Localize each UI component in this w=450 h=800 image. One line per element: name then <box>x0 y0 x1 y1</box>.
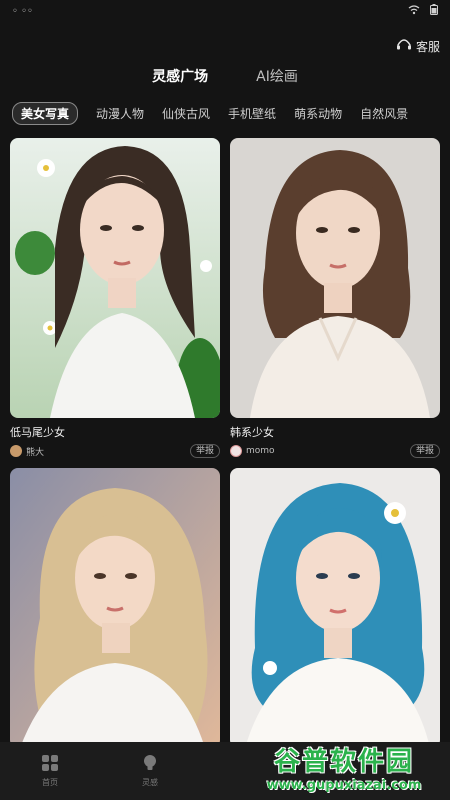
site-watermark: 谷普软件园 www.gupuxiazai.com <box>244 738 444 796</box>
grid-icon <box>41 754 59 774</box>
category-chip-beauty[interactable]: 美女写真 <box>12 101 79 125</box>
image-card[interactable]: 韩系少女 momo 举报 <box>230 138 440 458</box>
card-title: 韩系少女 <box>230 426 274 439</box>
wifi-icon <box>408 4 420 18</box>
nav-item-inspiration[interactable]: 灵感 <box>100 754 200 788</box>
category-chip-wallpaper[interactable]: 手机壁纸 <box>228 105 276 122</box>
battery-icon <box>430 4 438 18</box>
customer-service-label: 客服 <box>415 40 440 54</box>
category-tabs: 美女写真 动漫人物 仙侠古风 手机壁纸 萌系动物 自然风景 <box>12 101 450 125</box>
card-image[interactable] <box>10 138 220 418</box>
card-author[interactable]: 熊大 <box>10 445 44 458</box>
nav-label-inspiration: 灵感 <box>142 778 158 787</box>
customer-service-button[interactable]: 客服 <box>396 38 440 55</box>
card-meta: momo 举报 <box>230 444 440 458</box>
tab-inspiration[interactable]: 灵感广场 <box>152 66 208 86</box>
avatar <box>10 445 22 457</box>
category-chip-nature[interactable]: 自然风景 <box>360 105 408 122</box>
bulb-icon <box>141 754 159 774</box>
status-right-icons <box>408 4 438 18</box>
tab-ai-painting[interactable]: AI绘画 <box>256 66 298 86</box>
watermark-url: www.gupuxiazai.com <box>266 778 422 793</box>
status-left-icons: ◦ ◦◦ <box>12 5 33 17</box>
main-tabs: 灵感广场 AI绘画 <box>0 64 450 88</box>
watermark-title: 谷普软件园 <box>273 747 414 777</box>
image-card[interactable] <box>10 468 220 748</box>
status-bar: ◦ ◦◦ <box>0 0 450 22</box>
card-author[interactable]: momo <box>230 445 275 457</box>
image-card[interactable] <box>230 468 440 748</box>
image-card[interactable]: 低马尾少女 熊大 举报 <box>10 138 220 458</box>
author-name: momo <box>246 446 275 456</box>
category-chip-cute-animals[interactable]: 萌系动物 <box>294 105 342 122</box>
report-button[interactable]: 举报 <box>409 444 440 458</box>
nav-label-home: 首页 <box>42 778 58 787</box>
nav-item-home[interactable]: 首页 <box>0 754 100 788</box>
headset-icon <box>396 38 412 55</box>
card-image[interactable] <box>230 138 440 418</box>
category-chip-xianxia[interactable]: 仙侠古风 <box>162 105 210 122</box>
card-image[interactable] <box>10 468 220 748</box>
card-image[interactable] <box>230 468 440 748</box>
author-name: 熊大 <box>26 447 45 458</box>
card-title: 低马尾少女 <box>10 426 65 439</box>
report-button[interactable]: 举报 <box>189 444 220 458</box>
avatar <box>230 445 242 457</box>
card-meta: 熊大 举报 <box>10 444 220 458</box>
category-chip-anime[interactable]: 动漫人物 <box>96 105 144 122</box>
